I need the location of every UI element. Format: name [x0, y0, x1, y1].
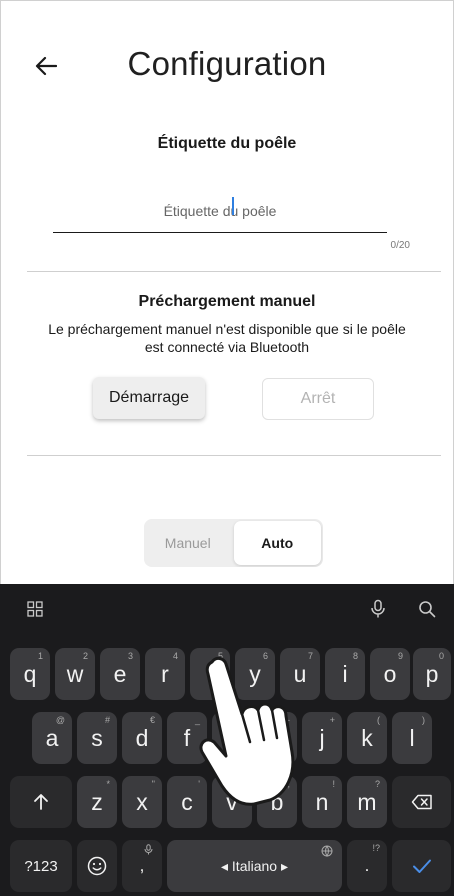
keyboard-toolbar: [0, 584, 454, 634]
key-h[interactable]: h-: [257, 712, 297, 764]
key-s[interactable]: s #: [77, 712, 117, 764]
preload-description: Le préchargement manuel n'est disponible…: [48, 321, 406, 355]
microphone-icon: [144, 844, 153, 855]
globe-icon: [321, 845, 333, 857]
stove-label-input[interactable]: [53, 189, 387, 232]
on-screen-keyboard: q1 w2 e3 r4 t5 y6 u7 i8 o9 p0 a @ s # d € f…: [0, 584, 454, 896]
period-key[interactable]: .!?: [347, 840, 387, 892]
mode-toggle[interactable]: Manuel Auto: [144, 519, 323, 567]
stove-label-field[interactable]: [53, 189, 387, 233]
key-l[interactable]: l): [392, 712, 432, 764]
search-icon[interactable]: [415, 597, 439, 621]
comma-key[interactable]: ,: [122, 840, 162, 892]
shift-icon: [34, 794, 48, 810]
key-b[interactable]: b;: [257, 776, 297, 828]
enter-key[interactable]: [392, 840, 451, 892]
key-r[interactable]: r4: [145, 648, 185, 700]
microphone-icon[interactable]: [366, 597, 390, 621]
backspace-icon: [411, 794, 432, 810]
key-o[interactable]: o9: [370, 648, 410, 700]
key-y[interactable]: y6: [235, 648, 275, 700]
key-i[interactable]: i8: [325, 648, 365, 700]
space-key[interactable]: ◂ Italiano ▸: [167, 840, 342, 892]
key-c[interactable]: c ': [167, 776, 207, 828]
backspace-key[interactable]: [392, 776, 451, 828]
smiley-icon: [87, 856, 107, 876]
key-p[interactable]: p0: [413, 648, 451, 700]
key-g[interactable]: g &: [212, 712, 252, 764]
stove-label-heading: Étiquette du poêle: [157, 135, 297, 152]
character-counter: 0/20: [390, 240, 410, 251]
key-k[interactable]: k(: [347, 712, 387, 764]
text-cursor: [232, 197, 234, 215]
divider: [27, 271, 441, 272]
key-z[interactable]: z *: [77, 776, 117, 828]
page-title: Configuration: [127, 45, 327, 82]
app-screen: Configuration Étiquette du poêle 0/20 Pr…: [0, 0, 454, 584]
key-x[interactable]: x ": [122, 776, 162, 828]
key-d[interactable]: d €: [122, 712, 162, 764]
key-a[interactable]: a @: [32, 712, 72, 764]
key-w[interactable]: w2: [55, 648, 95, 700]
symbols-key[interactable]: ?123: [10, 840, 72, 892]
mode-option-manual[interactable]: Manuel: [144, 519, 232, 567]
grid-icon[interactable]: [24, 598, 46, 620]
stop-button[interactable]: Arrêt: [262, 378, 374, 420]
mode-option-auto[interactable]: Auto: [233, 521, 321, 565]
key-n[interactable]: n!: [302, 776, 342, 828]
checkmark-icon: [412, 859, 431, 873]
key-j[interactable]: j +: [302, 712, 342, 764]
key-t[interactable]: t5: [190, 648, 230, 700]
key-u[interactable]: u7: [280, 648, 320, 700]
key-q[interactable]: q1: [10, 648, 50, 700]
divider: [27, 455, 441, 456]
emoji-key[interactable]: [77, 840, 117, 892]
key-v[interactable]: v:: [212, 776, 252, 828]
key-e[interactable]: e3: [100, 648, 140, 700]
shift-key[interactable]: [10, 776, 72, 828]
start-button[interactable]: Démarrage: [93, 377, 205, 419]
preload-heading: Préchargement manuel: [138, 293, 316, 310]
key-m[interactable]: m?: [347, 776, 387, 828]
key-f[interactable]: f _: [167, 712, 207, 764]
